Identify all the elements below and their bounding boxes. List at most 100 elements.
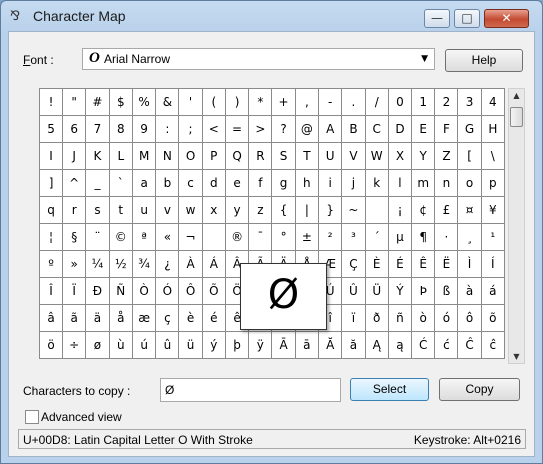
character-cell[interactable]: s: [85, 196, 110, 224]
character-cell[interactable]: (: [201, 88, 226, 116]
character-cell[interactable]: ö: [38, 331, 64, 359]
character-cell[interactable]: F: [434, 115, 459, 143]
character-cell[interactable]: m: [411, 169, 436, 197]
character-cell[interactable]: I: [38, 142, 64, 170]
character-cell[interactable]: Ð: [85, 277, 110, 305]
character-cell[interactable]: ó: [434, 304, 459, 332]
character-cell[interactable]: _: [85, 169, 110, 197]
character-cell[interactable]: ý: [201, 331, 226, 359]
character-cell[interactable]: u: [131, 196, 157, 224]
character-cell[interactable]: ": [62, 88, 87, 116]
character-cell[interactable]: 6: [62, 115, 87, 143]
select-button[interactable]: Select: [350, 378, 429, 401]
character-cell[interactable]: ©: [108, 223, 133, 251]
character-cell[interactable]: Ì: [457, 250, 482, 278]
character-cell[interactable]: \: [480, 142, 506, 170]
character-cell[interactable]: ú: [131, 331, 157, 359]
character-cell[interactable]: ®: [224, 223, 250, 251]
character-cell[interactable]: M: [131, 142, 157, 170]
character-cell[interactable]: +: [271, 88, 296, 116]
character-cell[interactable]: >: [248, 115, 273, 143]
character-cell[interactable]: ¬: [178, 223, 203, 251]
character-cell[interactable]: V: [341, 142, 366, 170]
character-cell[interactable]: 3: [457, 88, 482, 116]
character-cell[interactable]: Á: [201, 250, 226, 278]
character-cell[interactable]: 5: [38, 115, 64, 143]
character-cell[interactable]: Ĉ: [457, 331, 482, 359]
character-cell[interactable]: §: [62, 223, 87, 251]
character-cell[interactable]: Î: [38, 277, 64, 305]
character-cell[interactable]: £: [434, 196, 459, 224]
character-cell[interactable]: h: [294, 169, 320, 197]
character-cell[interactable]: c: [178, 169, 203, 197]
character-cell[interactable]: ß: [434, 277, 459, 305]
character-cell[interactable]: ò: [411, 304, 436, 332]
character-cell[interactable]: ;: [178, 115, 203, 143]
character-cell[interactable]: [364, 196, 389, 224]
grid-scrollbar[interactable]: ▲ ▼: [508, 88, 525, 364]
character-cell[interactable]: P: [201, 142, 226, 170]
character-cell[interactable]: Q: [224, 142, 250, 170]
character-cell[interactable]: o: [457, 169, 482, 197]
character-cell[interactable]: ä: [85, 304, 110, 332]
character-cell[interactable]: ï: [341, 304, 366, 332]
character-cell[interactable]: L: [108, 142, 133, 170]
character-cell[interactable]: Õ: [201, 277, 226, 305]
character-cell[interactable]: «: [155, 223, 180, 251]
character-cell[interactable]: ÿ: [248, 331, 273, 359]
character-cell[interactable]: A: [318, 115, 343, 143]
character-cell[interactable]: ¨: [85, 223, 110, 251]
character-cell[interactable]: J: [62, 142, 87, 170]
character-cell[interactable]: -: [318, 88, 343, 116]
characters-to-copy-input[interactable]: Ø: [160, 378, 341, 402]
scrollbar-thumb[interactable]: [510, 107, 523, 127]
character-cell[interactable]: d: [201, 169, 226, 197]
character-cell[interactable]: 9: [131, 115, 157, 143]
character-cell[interactable]: ?: [271, 115, 296, 143]
character-cell[interactable]: 2: [434, 88, 459, 116]
character-cell[interactable]: %: [131, 88, 157, 116]
character-cell[interactable]: W: [364, 142, 389, 170]
character-cell[interactable]: B: [341, 115, 366, 143]
character-cell[interactable]: e: [224, 169, 250, 197]
character-cell[interactable]: ĉ: [480, 331, 506, 359]
character-cell[interactable]: ~: [341, 196, 366, 224]
character-cell[interactable]: »: [62, 250, 87, 278]
character-cell[interactable]: °: [271, 223, 296, 251]
character-cell[interactable]: ù: [108, 331, 133, 359]
character-cell[interactable]: è: [178, 304, 203, 332]
character-cell[interactable]: Ć: [411, 331, 436, 359]
character-cell[interactable]: }: [318, 196, 343, 224]
character-cell[interactable]: G: [457, 115, 482, 143]
help-button[interactable]: Help: [445, 49, 523, 72]
character-cell[interactable]: º: [38, 250, 64, 278]
character-cell[interactable]: Ā: [271, 331, 296, 359]
advanced-view-label[interactable]: Advanced view: [41, 410, 122, 424]
character-cell[interactable]: ă: [341, 331, 366, 359]
character-cell[interactable]: ²: [318, 223, 343, 251]
character-cell[interactable]: !: [38, 88, 64, 116]
character-cell[interactable]: ]: [38, 169, 64, 197]
character-cell[interactable]: a: [131, 169, 157, 197]
character-cell[interactable]: E: [411, 115, 436, 143]
character-cell[interactable]: ¡: [387, 196, 413, 224]
character-cell[interactable]: y: [224, 196, 250, 224]
character-cell[interactable]: l: [387, 169, 413, 197]
character-cell[interactable]: Ý: [387, 277, 413, 305]
character-cell[interactable]: Ó: [155, 277, 180, 305]
copy-button[interactable]: Copy: [439, 378, 520, 401]
character-cell[interactable]: ā: [294, 331, 320, 359]
character-cell[interactable]: ü: [178, 331, 203, 359]
character-cell[interactable]: æ: [131, 304, 157, 332]
character-cell[interactable]: K: [85, 142, 110, 170]
character-cell[interactable]: é: [201, 304, 226, 332]
character-cell[interactable]: S: [271, 142, 296, 170]
character-cell[interactable]: ª: [131, 223, 157, 251]
character-cell[interactable]: j: [341, 169, 366, 197]
character-cell[interactable]: À: [178, 250, 203, 278]
character-cell[interactable]: ñ: [387, 304, 413, 332]
character-cell[interactable]: N: [155, 142, 180, 170]
character-cell[interactable]: õ: [480, 304, 506, 332]
character-cell[interactable]: `: [108, 169, 133, 197]
character-cell[interactable]: ^: [62, 169, 87, 197]
